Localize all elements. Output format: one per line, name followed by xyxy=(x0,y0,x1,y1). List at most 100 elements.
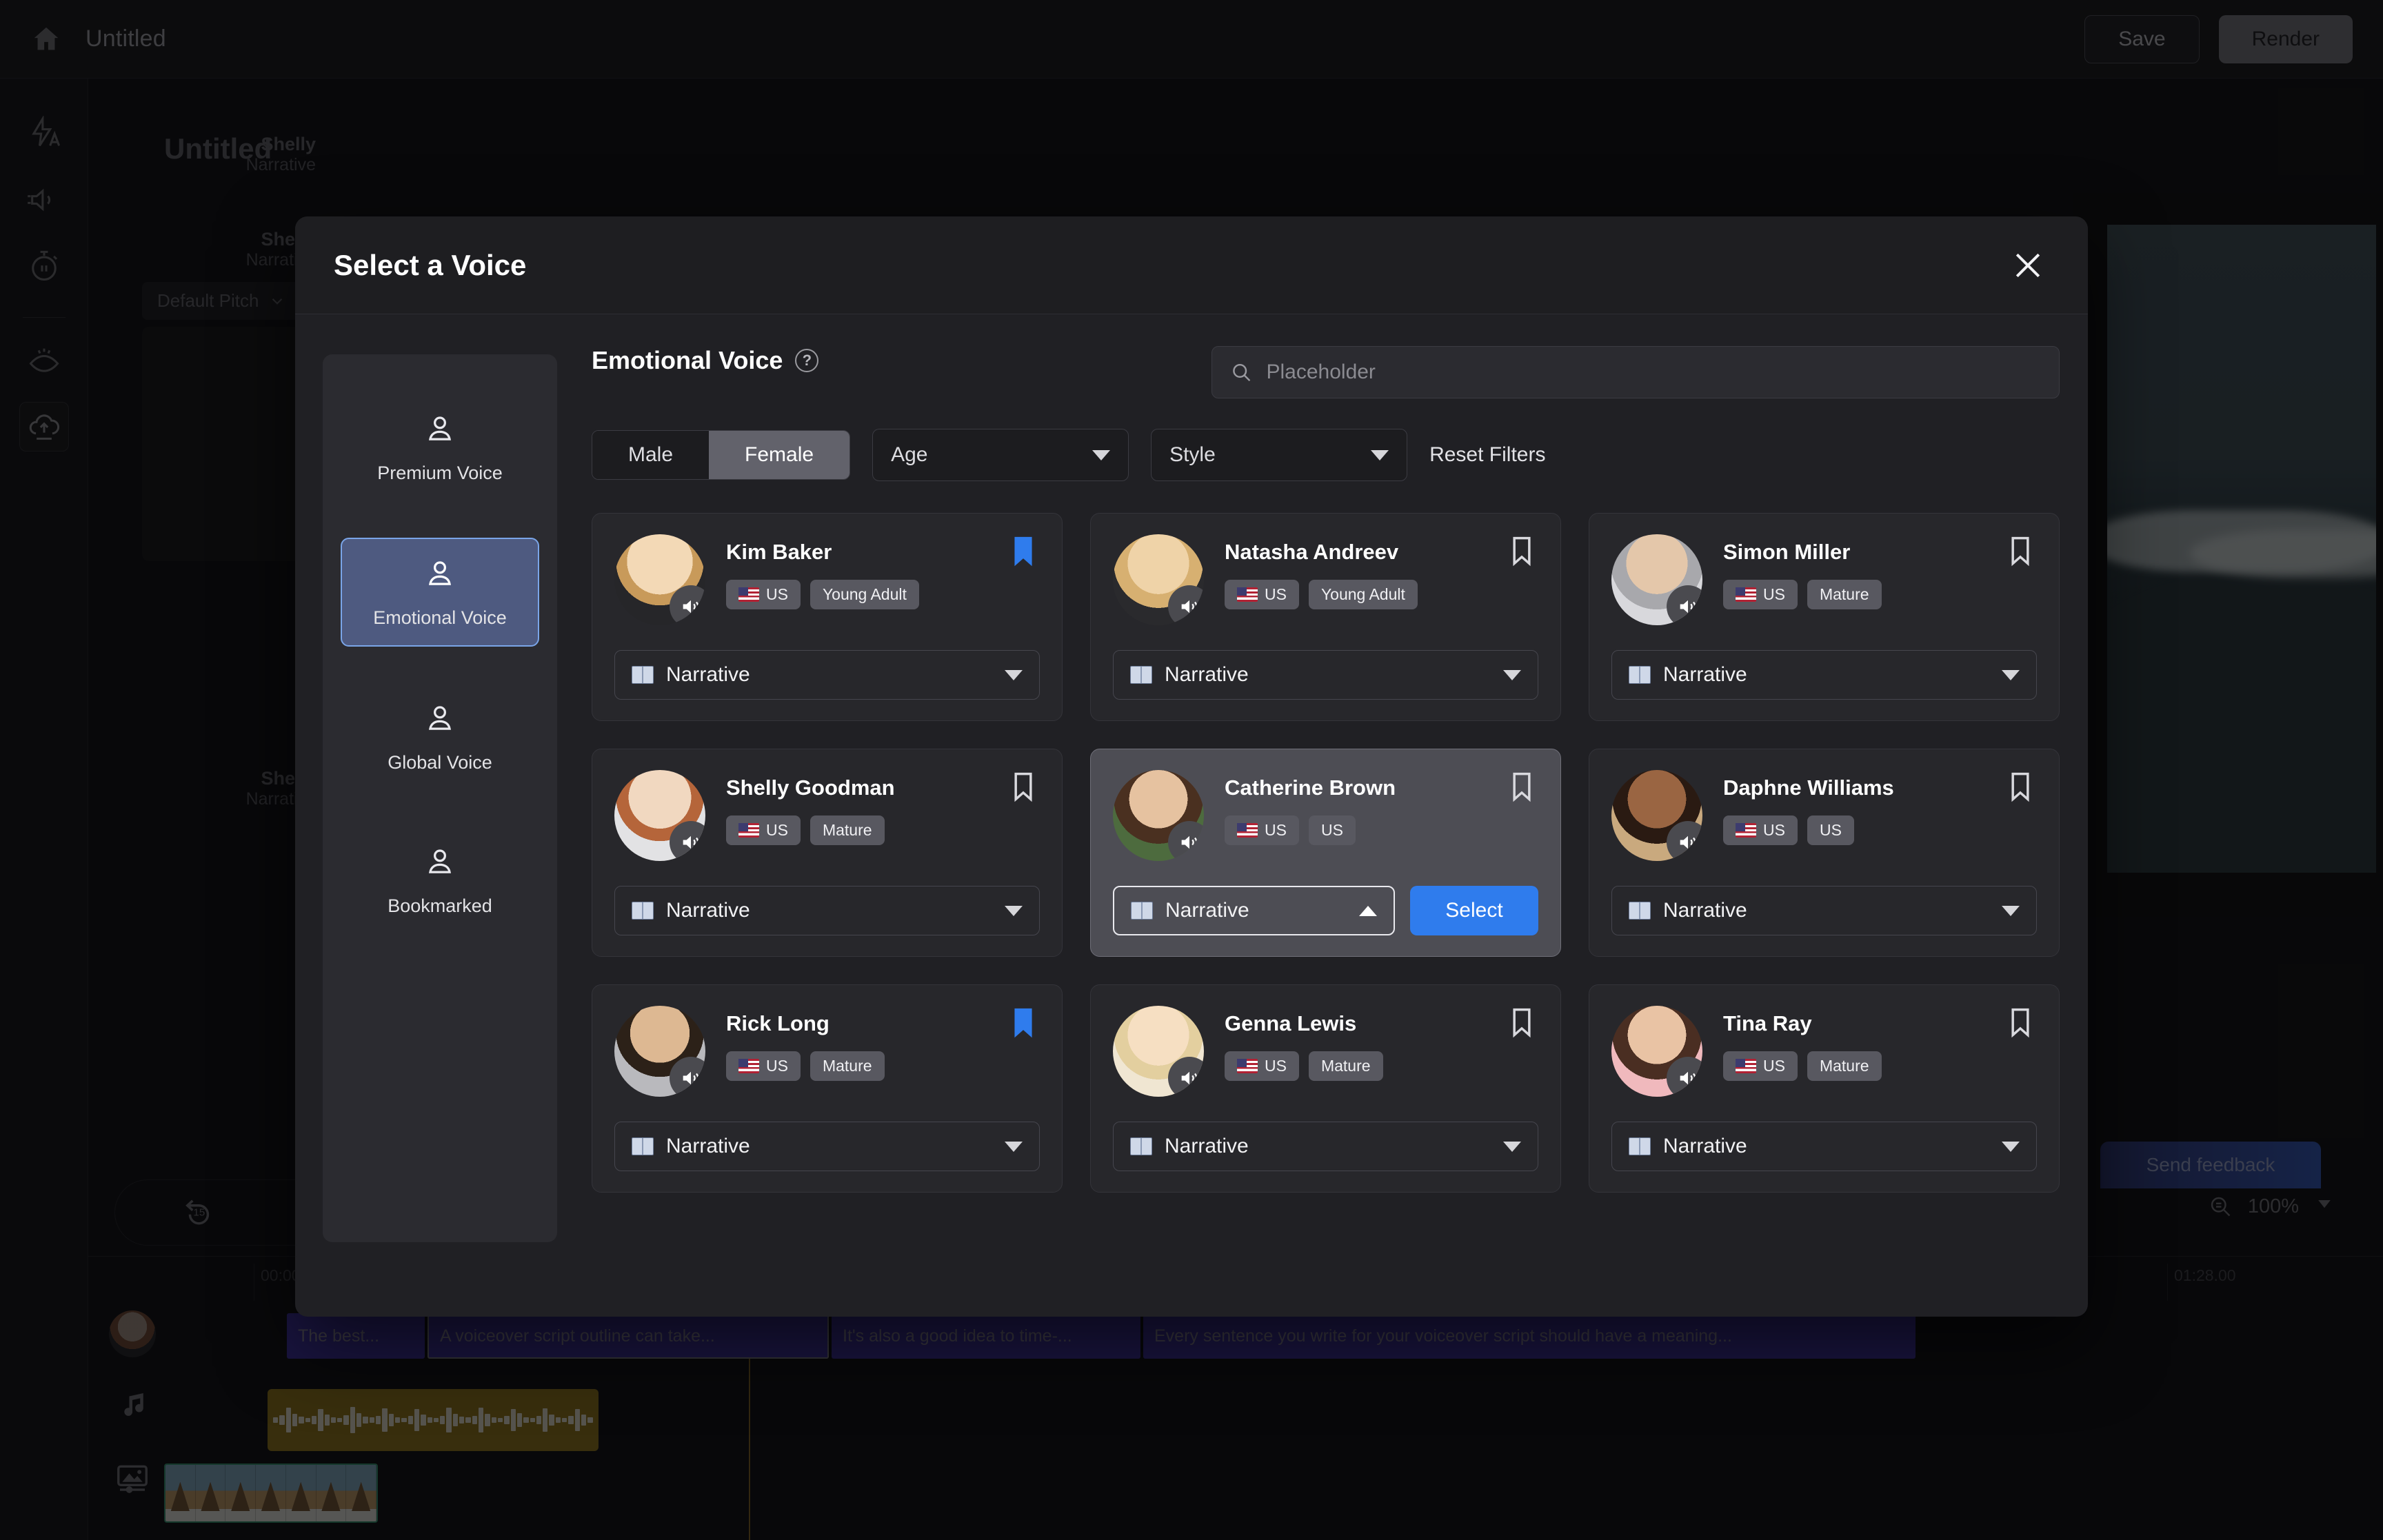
voice-card[interactable]: Tina Ray USMature Narrative xyxy=(1589,984,2060,1193)
voice-style-label: Narrative xyxy=(666,663,750,687)
select-voice-button[interactable]: Select xyxy=(1410,886,1538,935)
reset-filters-button[interactable]: Reset Filters xyxy=(1429,443,1545,467)
search-box[interactable] xyxy=(1211,346,2060,398)
voice-card[interactable]: Rick Long USMature Narrative xyxy=(592,984,1063,1193)
modal-body: Premium Voice Emotional Voice Global Voi… xyxy=(295,314,2088,1317)
bookmark-icon[interactable] xyxy=(1005,1004,1041,1044)
voice-name: Simon Miller xyxy=(1723,540,1882,565)
play-sample-icon[interactable] xyxy=(670,585,705,625)
voice-card-top: Genna Lewis USMature xyxy=(1113,1006,1538,1097)
gender-option-female[interactable]: Female xyxy=(709,431,849,479)
chevron-down-icon xyxy=(1503,1142,1521,1152)
avatar[interactable] xyxy=(614,770,705,861)
age-filter-select[interactable]: Age xyxy=(872,429,1129,481)
voice-tags: US Mature xyxy=(726,815,895,845)
voice-tags: USMature xyxy=(1225,1051,1383,1081)
avatar[interactable] xyxy=(1611,1006,1702,1097)
person-icon xyxy=(422,700,458,736)
voice-tag-label: US xyxy=(766,821,788,840)
us-flag-icon xyxy=(1736,587,1756,602)
bookmark-icon[interactable] xyxy=(1005,769,1041,808)
play-sample-icon[interactable] xyxy=(670,821,705,861)
chevron-down-icon xyxy=(2002,670,2020,680)
sidebar-item-global-voice[interactable]: Global Voice xyxy=(341,684,539,790)
voice-card[interactable]: Natasha Andreev USYoung Adult Narrative xyxy=(1090,513,1561,721)
voice-card-top: Daphne Williams USUS xyxy=(1611,770,2037,861)
play-sample-icon[interactable] xyxy=(670,1057,705,1097)
bookmark-icon[interactable] xyxy=(1005,533,1041,572)
voice-style-dropdown[interactable]: Narrative xyxy=(1611,650,2037,700)
voice-style-dropdown[interactable]: Narrative xyxy=(1113,886,1395,935)
voice-card[interactable]: Simon Miller USMature Narrative xyxy=(1589,513,2060,721)
play-sample-icon[interactable] xyxy=(1667,1057,1702,1097)
book-icon xyxy=(632,666,654,684)
book-icon xyxy=(632,1137,654,1155)
style-filter-select[interactable]: Style xyxy=(1151,429,1407,481)
play-sample-icon[interactable] xyxy=(1168,585,1204,625)
avatar[interactable] xyxy=(1113,534,1204,625)
us-flag-icon xyxy=(1736,1059,1756,1073)
voice-style-dropdown[interactable]: Narrative xyxy=(1611,886,2037,935)
voice-card[interactable]: Shelly Goodman USMature Narrative xyxy=(592,749,1063,957)
bookmark-icon[interactable] xyxy=(2002,533,2038,572)
book-icon xyxy=(1629,902,1651,920)
modal-section-header: Emotional Voice ? xyxy=(592,346,2060,398)
us-flag-icon xyxy=(738,823,759,838)
modal-main: Emotional Voice ? Male Female Age xyxy=(557,314,2088,1317)
question-mark-icon[interactable]: ? xyxy=(795,349,818,372)
bookmark-icon[interactable] xyxy=(2002,769,2038,808)
avatar[interactable] xyxy=(614,1006,705,1097)
voice-card-top: Catherine Brown USUS xyxy=(1113,770,1538,861)
play-sample-icon[interactable] xyxy=(1168,821,1204,861)
avatar[interactable] xyxy=(614,534,705,625)
voice-card[interactable]: Genna Lewis USMature Narrative xyxy=(1090,984,1561,1193)
bookmark-icon[interactable] xyxy=(1504,533,1540,572)
book-icon xyxy=(1131,902,1153,920)
avatar[interactable] xyxy=(1611,770,1702,861)
style-filter-label: Style xyxy=(1169,443,1216,467)
close-icon[interactable] xyxy=(2007,244,2049,287)
sidebar-item-emotional-voice[interactable]: Emotional Voice xyxy=(341,538,539,647)
voice-card-top: Kim Baker USYoung Adult xyxy=(614,534,1040,625)
filter-bar: Male Female Age Style Reset Filters xyxy=(592,429,2060,481)
voice-tags: USYoung Adult xyxy=(1225,580,1418,609)
bookmark-icon[interactable] xyxy=(1504,769,1540,808)
sidebar-item-premium-voice[interactable]: Premium Voice xyxy=(341,394,539,500)
voice-tag: Mature xyxy=(810,815,885,845)
voice-tag-label: US xyxy=(1265,821,1287,840)
us-flag-icon xyxy=(738,1059,759,1073)
gender-option-male[interactable]: Male xyxy=(592,431,709,479)
avatar[interactable] xyxy=(1113,770,1204,861)
book-icon xyxy=(632,902,654,920)
play-sample-icon[interactable] xyxy=(1667,821,1702,861)
voice-style-dropdown[interactable]: Narrative xyxy=(1611,1122,2037,1171)
voice-tag: Mature xyxy=(1309,1051,1383,1081)
voice-name: Rick Long xyxy=(726,1011,885,1036)
voice-card[interactable]: Kim Baker USYoung Adult Narrative xyxy=(592,513,1063,721)
gender-toggle[interactable]: Male Female xyxy=(592,430,850,480)
avatar[interactable] xyxy=(1113,1006,1204,1097)
search-input[interactable] xyxy=(1266,361,2041,384)
voice-card[interactable]: Daphne Williams USUS Narrative xyxy=(1589,749,2060,957)
search-icon xyxy=(1230,361,1252,384)
avatar[interactable] xyxy=(1611,534,1702,625)
chevron-down-icon xyxy=(1005,906,1023,916)
sidebar-item-bookmarked[interactable]: Bookmarked xyxy=(341,827,539,933)
voice-style-dropdown[interactable]: Narrative xyxy=(614,886,1040,935)
voice-tag-label: US xyxy=(1763,585,1785,604)
voice-tag-label: Young Adult xyxy=(823,585,907,604)
voice-card-info: Simon Miller USMature xyxy=(1723,534,1882,609)
voice-style-label: Narrative xyxy=(1663,663,1747,687)
play-sample-icon[interactable] xyxy=(1667,585,1702,625)
voice-style-dropdown[interactable]: Narrative xyxy=(614,650,1040,700)
voice-style-dropdown[interactable]: Narrative xyxy=(614,1122,1040,1171)
voice-style-dropdown[interactable]: Narrative xyxy=(1113,1122,1538,1171)
bookmark-icon[interactable] xyxy=(1504,1004,1540,1044)
chevron-up-icon xyxy=(1359,906,1377,916)
voice-style-label: Narrative xyxy=(666,1135,750,1158)
bookmark-icon[interactable] xyxy=(2002,1004,2038,1044)
play-sample-icon[interactable] xyxy=(1168,1057,1204,1097)
voice-card[interactable]: Catherine Brown USUS Narrative Select xyxy=(1090,749,1561,957)
voice-style-dropdown[interactable]: Narrative xyxy=(1113,650,1538,700)
voice-tag: US xyxy=(1225,815,1299,845)
